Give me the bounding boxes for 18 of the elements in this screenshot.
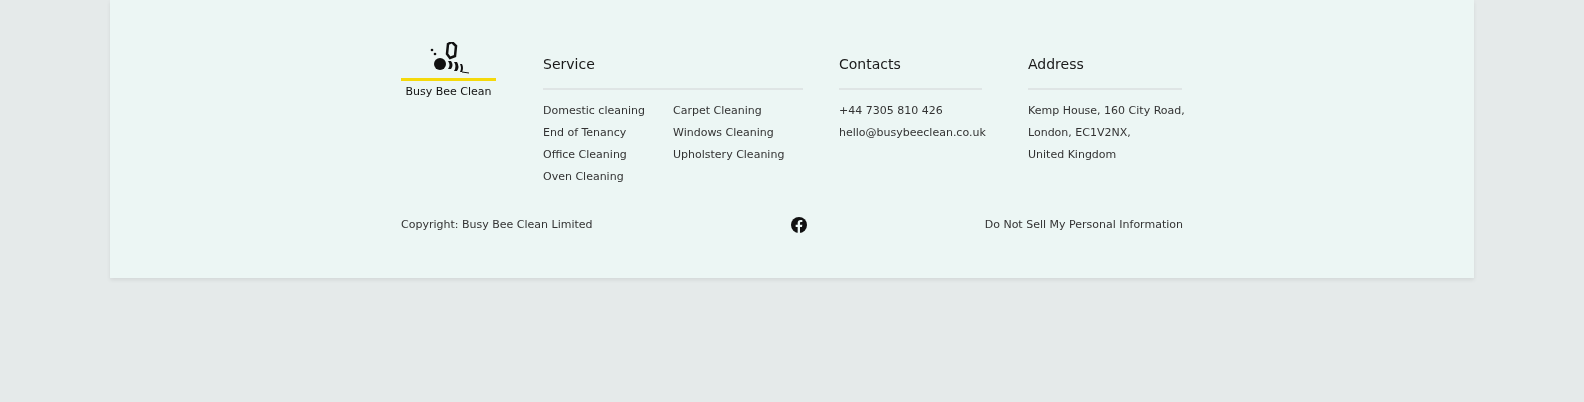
column-heading: Service [543, 56, 595, 72]
contact-link[interactable]: +44 7305 810 426 [839, 102, 982, 119]
address-line: United Kingdom [1028, 147, 1118, 163]
column-heading: Address [1028, 56, 1084, 72]
address-line: London, EC1V2NX, [1028, 125, 1132, 141]
privacy-link[interactable]: Do Not Sell My Personal Information [984, 217, 1183, 234]
service-link[interactable]: Carpet Cleaning [673, 102, 803, 119]
facebook-icon[interactable] [790, 217, 807, 234]
column-heading: Contacts [839, 56, 901, 72]
service-link[interactable]: Domestic cleaning [543, 102, 673, 119]
copyright-text: Copyright: Busy Bee Clean Limited [401, 217, 593, 233]
service-link[interactable]: Oven Cleaning [543, 168, 673, 185]
service-link[interactable]: Upholstery Cleaning [673, 146, 803, 163]
address-line: Kemp House, 160 City Road, [1028, 103, 1182, 119]
service-link[interactable]: Windows Cleaning [673, 124, 803, 141]
logo-text: Busy Bee Clean [405, 84, 492, 100]
service-link[interactable]: End of Tenancy [543, 124, 673, 141]
service-link[interactable]: Office Cleaning [543, 146, 673, 163]
